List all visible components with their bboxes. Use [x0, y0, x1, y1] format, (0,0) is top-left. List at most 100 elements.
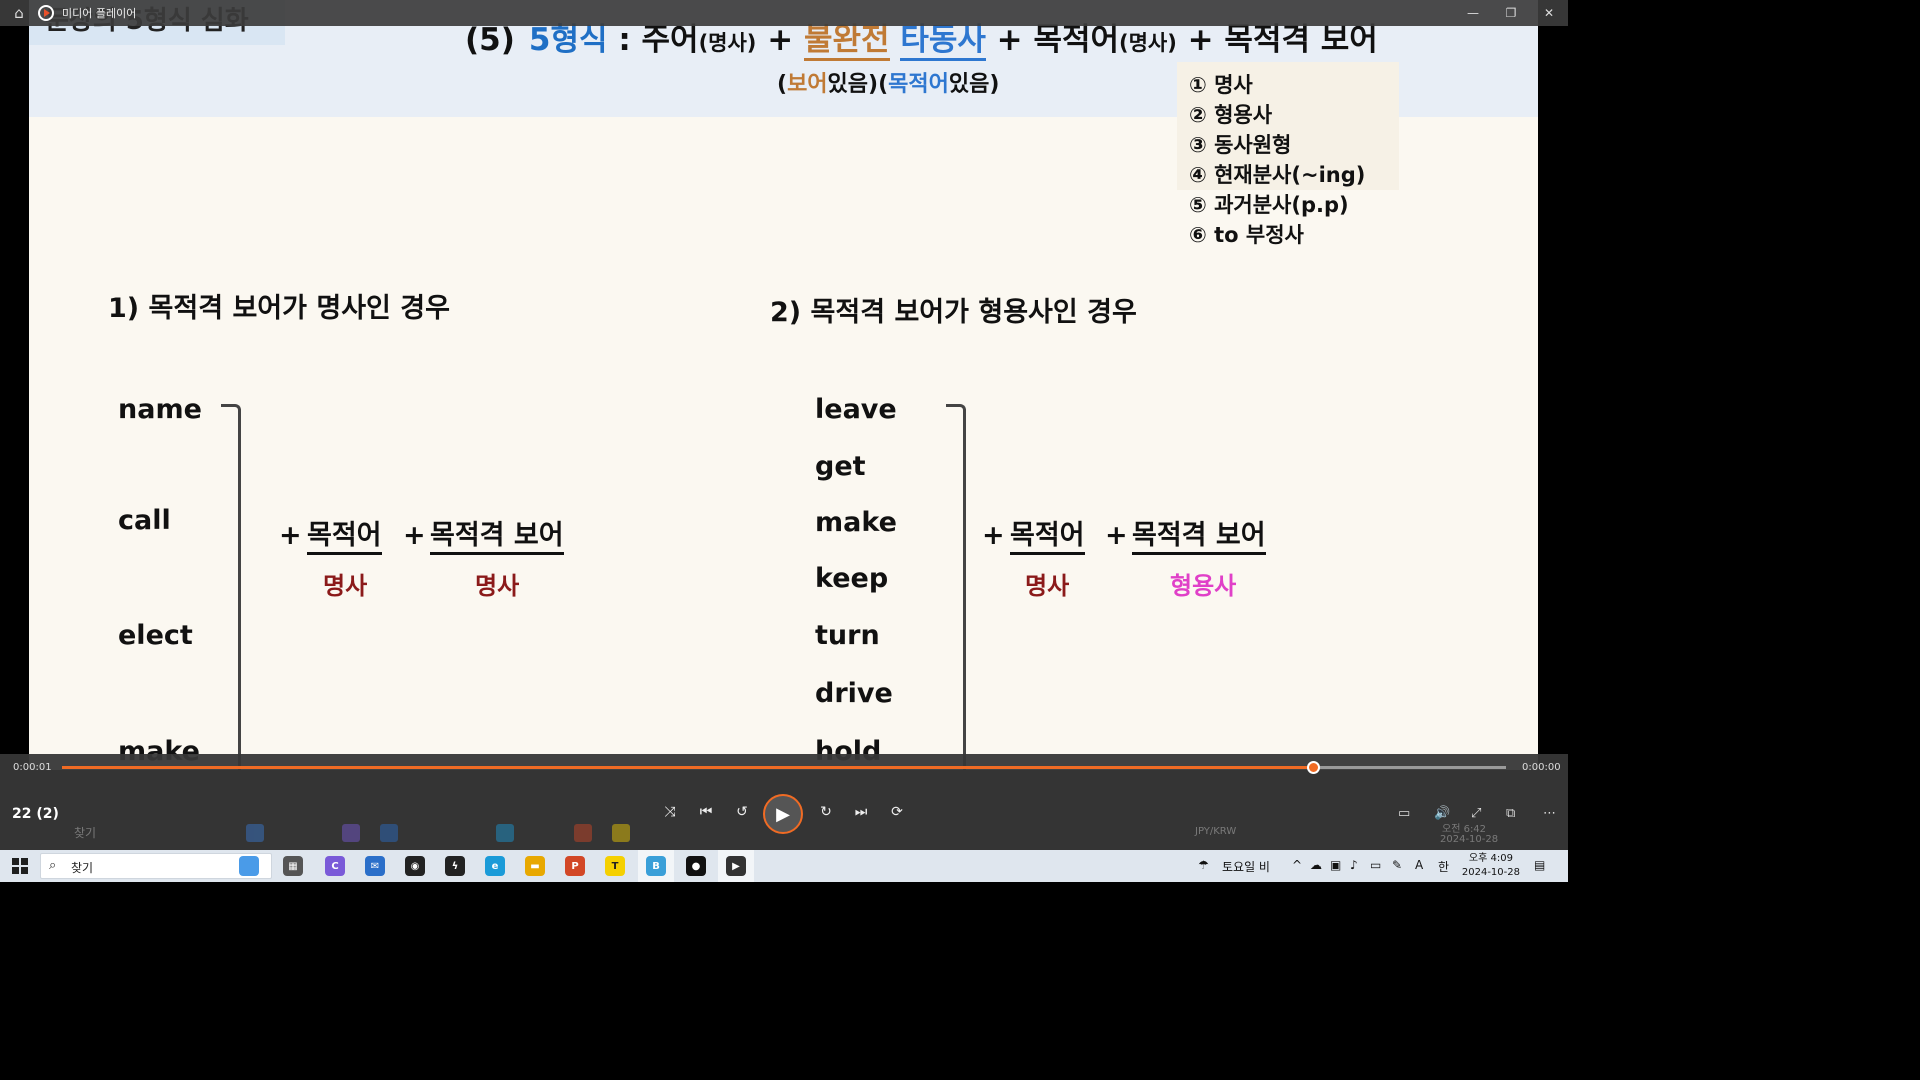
- ghost-time: 오전 6:42: [1442, 824, 1487, 835]
- section2-verb: keep: [815, 563, 889, 594]
- clock-date: 2024-10-28: [1461, 867, 1520, 878]
- cloud-icon[interactable]: ☁: [1310, 858, 1322, 872]
- window-controls: — ❐ ✕: [1454, 0, 1568, 26]
- search-highlight-icon: [239, 856, 259, 876]
- formula-object: + 목적어: [985, 22, 1120, 58]
- close-icon[interactable]: ✕: [1530, 0, 1568, 26]
- section2-verb: make: [815, 507, 897, 538]
- section2-verb: drive: [815, 678, 893, 709]
- weather-icon[interactable]: ☂: [1198, 858, 1209, 872]
- formula-noun1: (명사): [698, 31, 757, 55]
- section2-complement: 목적격 보어: [1132, 520, 1266, 555]
- sub-formula-object: 목적어: [888, 72, 949, 97]
- current-time: 0:00:01: [13, 762, 52, 773]
- media-player-taskbar-icon[interactable]: ▶: [726, 856, 746, 876]
- ghost-date: 2024-10-28: [1440, 834, 1499, 845]
- ghost-app-icon: [496, 824, 514, 842]
- record-icon[interactable]: ●: [686, 856, 706, 876]
- restore-icon[interactable]: ❐: [1492, 0, 1530, 26]
- search-label: 찾기: [71, 861, 94, 875]
- minimize-icon[interactable]: —: [1454, 0, 1492, 26]
- more-icon[interactable]: ⋯: [1543, 806, 1556, 821]
- section1-verb: elect: [118, 620, 193, 651]
- mail-icon[interactable]: ✉: [365, 856, 385, 876]
- ghost-app-icon: [612, 824, 630, 842]
- sub-formula-open: (: [777, 72, 788, 97]
- seek-bar[interactable]: [62, 761, 1506, 774]
- app-icon[interactable]: B: [646, 856, 666, 876]
- file-explorer-icon[interactable]: ▬: [525, 856, 545, 876]
- battery-icon[interactable]: ▭: [1370, 858, 1381, 872]
- kakaotalk-icon[interactable]: T: [605, 856, 625, 876]
- formula-noun2: (명사): [1119, 31, 1177, 55]
- section2-verb: leave: [815, 394, 897, 425]
- formula-form: 5형식: [528, 22, 608, 58]
- section1-verb: call: [118, 505, 171, 536]
- seek-bar-fill: [62, 766, 1313, 769]
- taskbar-search[interactable]: ⌕ 찾기: [40, 853, 272, 879]
- section2-plus: +: [1105, 520, 1128, 551]
- section2-title: 2) 목적격 보어가 형용사인 경우: [770, 297, 1137, 328]
- media-player-window: 문장의 5형식 심화 (5)5형식 : 주어(명사) + 불완전 타동사 + 목…: [0, 0, 1568, 882]
- section1-plus: +: [279, 520, 302, 551]
- sub-formula: (보어있음)(목적어있음): [777, 66, 999, 98]
- ghost-app-icon: [380, 824, 398, 842]
- pen-icon[interactable]: ✎: [1392, 858, 1402, 872]
- search-icon: ⌕: [49, 858, 57, 873]
- section2-object-type: 명사: [1025, 572, 1070, 600]
- type-item: ③ 동사원형: [1189, 133, 1292, 157]
- ghost-search-label: 찾기: [74, 826, 97, 840]
- section1-object-type: 명사: [323, 572, 368, 600]
- ime-mode[interactable]: A: [1415, 858, 1423, 872]
- complement-types-list: ① 명사 ② 형용사 ③ 동사원형 ④ 현재분사(~ing) ⑤ 과거분사(p.…: [1189, 70, 1365, 250]
- speaker-icon[interactable]: ♪: [1350, 858, 1358, 872]
- tray-chevron-icon[interactable]: ^: [1292, 858, 1302, 872]
- formula-plus1: +: [756, 22, 804, 58]
- edge-icon[interactable]: e: [485, 856, 505, 876]
- window-title: 미디어 플레이어: [62, 7, 137, 20]
- clock[interactable]: 오후 4:09 2024-10-28: [1462, 852, 1520, 880]
- section1-plus: +: [403, 520, 426, 551]
- section1-verb: name: [118, 394, 202, 425]
- section1-complement: 목적격 보어: [430, 520, 564, 555]
- home-icon[interactable]: ⌂: [0, 0, 38, 26]
- section2-bracket: [946, 404, 966, 770]
- lightning-app-icon[interactable]: ϟ: [445, 856, 465, 876]
- formula-subject: : 주어: [607, 22, 699, 58]
- section1-title: 1) 목적격 보어가 명사인 경우: [108, 293, 450, 324]
- clock-time: 오후 4:09: [1468, 853, 1513, 864]
- copilot-icon[interactable]: C: [325, 856, 345, 876]
- section2-verb: get: [815, 451, 866, 482]
- slide: 문장의 5형식 심화 (5)5형식 : 주어(명사) + 불완전 타동사 + 목…: [29, 0, 1538, 770]
- type-item: ② 형용사: [1189, 103, 1273, 127]
- section2-verb: turn: [815, 620, 880, 651]
- windows-start-icon[interactable]: [12, 858, 28, 874]
- video-taskbar-reflection: 찾기 JPY/KRW 오전 6:42 2024-10-28: [30, 818, 1540, 850]
- title-bar: ⌂ 미디어 플레이어 — ❐ ✕: [0, 0, 1568, 26]
- type-item: ④ 현재분사(~ing): [1189, 163, 1366, 187]
- total-time: 0:00:00: [1522, 762, 1561, 773]
- section2-object: 목적어: [1010, 520, 1085, 555]
- sub-formula-complement: 보어: [787, 72, 828, 97]
- windows-taskbar: ⌕ 찾기 ▦ C ✉ ◉ ϟ e ▬ P T B ● ▶ ☂ 토요일 비 ^ ☁…: [0, 850, 1568, 882]
- ime-korean[interactable]: 한: [1438, 858, 1449, 875]
- network-icon[interactable]: ▣: [1330, 858, 1341, 872]
- powerpoint-icon[interactable]: P: [565, 856, 585, 876]
- sub-formula-has2: 있음): [948, 72, 1000, 97]
- section2-plus: +: [982, 520, 1005, 551]
- formula-number: (5): [465, 22, 515, 58]
- ghost-app-icon: [342, 824, 360, 842]
- section1-bracket: [221, 404, 241, 770]
- task-view-icon[interactable]: ▦: [283, 856, 303, 876]
- seek-thumb[interactable]: [1306, 761, 1320, 774]
- notifications-icon[interactable]: ▤: [1534, 858, 1545, 872]
- section1-complement-type: 명사: [475, 572, 520, 600]
- ghost-app-icon: [574, 824, 592, 842]
- ghost-currency: JPY/KRW: [1195, 826, 1237, 837]
- maps-icon[interactable]: ◉: [405, 856, 425, 876]
- formula-transitive: 타동사: [900, 22, 986, 61]
- type-item: ⑤ 과거분사(p.p): [1189, 193, 1349, 217]
- weather-text[interactable]: 토요일 비: [1222, 858, 1270, 875]
- formula-complement: + 목적격 보어: [1176, 22, 1378, 58]
- type-item: ⑥ to 부정사: [1189, 223, 1304, 247]
